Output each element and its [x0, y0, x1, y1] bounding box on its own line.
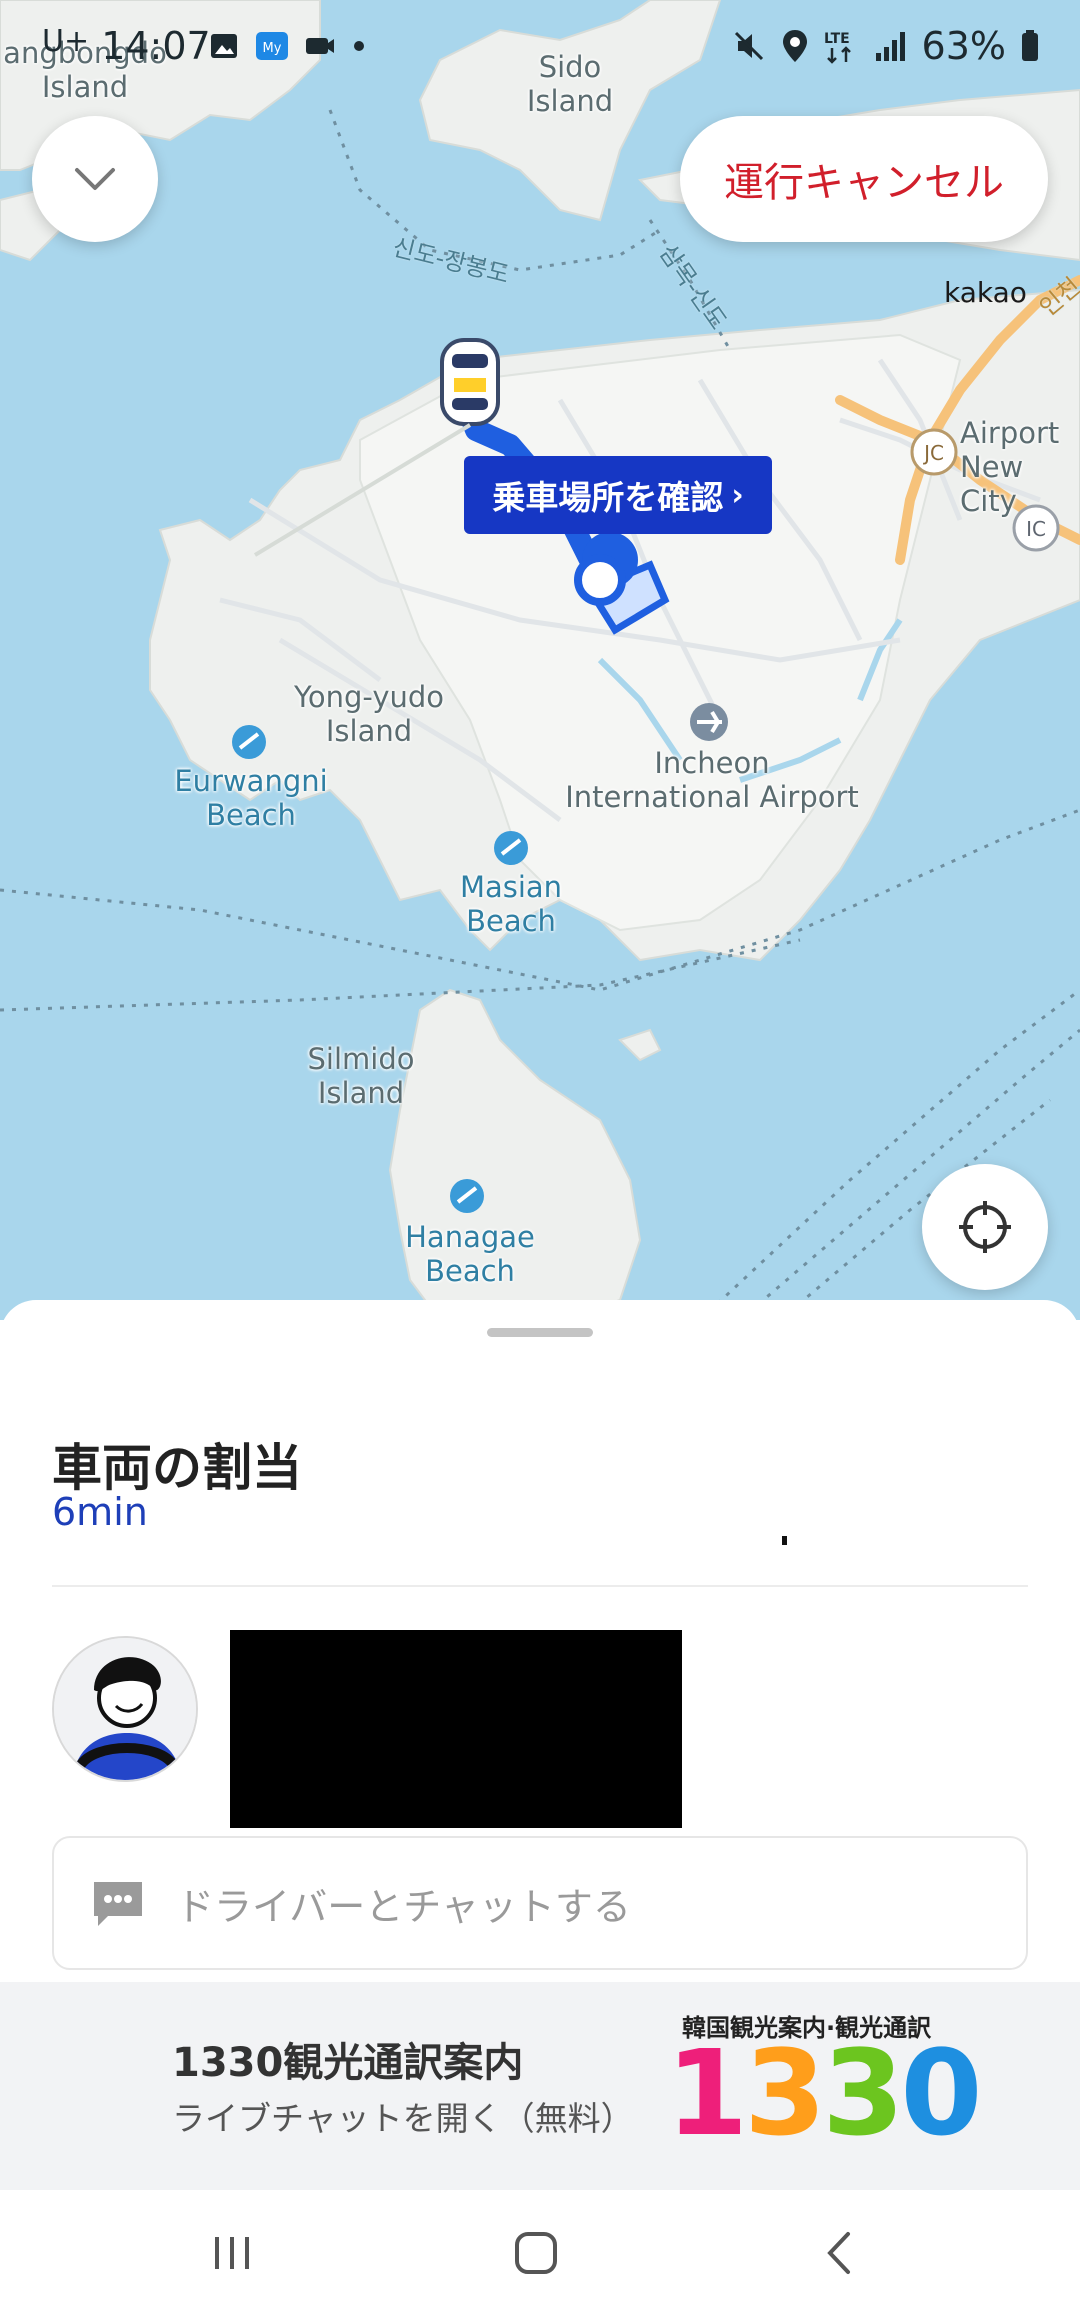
svg-text:LTE: LTE — [824, 31, 850, 47]
map-view[interactable]: angbongdo Island Sido Island 신도-장봉도 삼목-신… — [0, 0, 1080, 1320]
chat-bubble-icon — [94, 1882, 142, 1926]
map-label-hanagae-beach: Hanagae Beach — [405, 1220, 535, 1288]
location-icon — [782, 30, 807, 62]
divider — [52, 1585, 1028, 1587]
ride-status-sheet: 車両の割当 6min ドライバーとチャットする 1330観光通訳案内 ライブチャ… — [0, 1300, 1080, 2316]
gallery-icon — [211, 34, 237, 58]
status-time: U+ 14:07 — [42, 24, 211, 68]
driver-chat-input[interactable]: ドライバーとチャットする — [52, 1836, 1028, 1970]
map-label-airport-new-city: Airport New City — [960, 416, 1060, 518]
chat-placeholder: ドライバーとチャットする — [176, 1884, 631, 1929]
recents-icon — [215, 2237, 249, 2269]
svg-text:My: My — [263, 41, 282, 56]
system-navigation-bar — [0, 2190, 1080, 2316]
lte-icon: LTE — [824, 31, 851, 64]
dot-icon — [354, 41, 364, 51]
confirm-pickup-label: 乗車場所を確認 — [492, 478, 724, 517]
map-label-eurwangni-beach: Eurwangni Beach — [174, 764, 328, 832]
signal-icon — [875, 32, 905, 61]
battery-percent: 63% — [921, 24, 1006, 68]
taxi-car-icon — [440, 338, 500, 426]
map-attribution: kakao — [944, 276, 1027, 309]
stray-mark — [782, 1536, 787, 1545]
video-icon — [306, 38, 334, 54]
home-icon — [515, 2232, 557, 2274]
logo-digit: 3 — [822, 2024, 904, 2162]
driver-avatar — [52, 1636, 198, 1782]
confirm-pickup-button[interactable]: 乗車場所を確認 › — [464, 456, 772, 534]
driver-info-redacted — [230, 1630, 682, 1828]
banner-title: 1330観光通訳案内 — [172, 2040, 524, 2086]
home-button[interactable] — [496, 2218, 576, 2288]
logo-digit: 1 — [666, 2024, 748, 2162]
crosshair-icon — [959, 1201, 1011, 1253]
beach-icon-hanagae — [450, 1179, 484, 1213]
back-button[interactable] — [800, 2218, 880, 2288]
map-label-ic: IC — [1026, 517, 1046, 541]
mute-icon — [734, 31, 763, 61]
my-app-icon: My — [256, 32, 288, 60]
back-icon — [827, 2232, 850, 2274]
map-label-silmido-island: Silmido Island — [307, 1042, 415, 1110]
banner-subtitle: ライブチャットを開く（無料） — [172, 2099, 634, 2138]
my-location-button[interactable] — [922, 1164, 1048, 1290]
beach-icon-masian — [494, 831, 528, 865]
map-label-jc: JC — [924, 441, 944, 465]
collapse-button[interactable] — [32, 116, 158, 242]
recents-button[interactable] — [192, 2218, 272, 2288]
map-label-incheon-airport: Incheon International Airport — [565, 746, 859, 814]
eta-text: 6min — [52, 1490, 148, 1534]
battery-icon — [1022, 30, 1038, 61]
logo-digit: 3 — [744, 2024, 826, 2162]
cancel-ride-button[interactable]: 運行キャンセル — [680, 116, 1048, 242]
status-bar: U+ 14:07 My LTE 63% — [0, 0, 1080, 96]
map-label-yong-yudo-island: Yong-yudo Island — [293, 680, 445, 748]
beach-icon-eurwangni — [232, 725, 266, 759]
tourist-interpretation-banner[interactable]: 1330観光通訳案内 ライブチャットを開く（無料） 韓国観光案内·観光通訳 1 … — [0, 1982, 1080, 2190]
airport-icon — [690, 703, 728, 741]
chevron-right-icon: › — [731, 477, 744, 513]
sheet-drag-handle[interactable] — [487, 1328, 593, 1337]
map-label-masian-beach: Masian Beach — [459, 870, 563, 938]
banner-logo-1330: 1 3 3 0 — [666, 2024, 982, 2162]
chevron-down-icon — [75, 168, 115, 190]
logo-digit: 0 — [900, 2024, 982, 2162]
